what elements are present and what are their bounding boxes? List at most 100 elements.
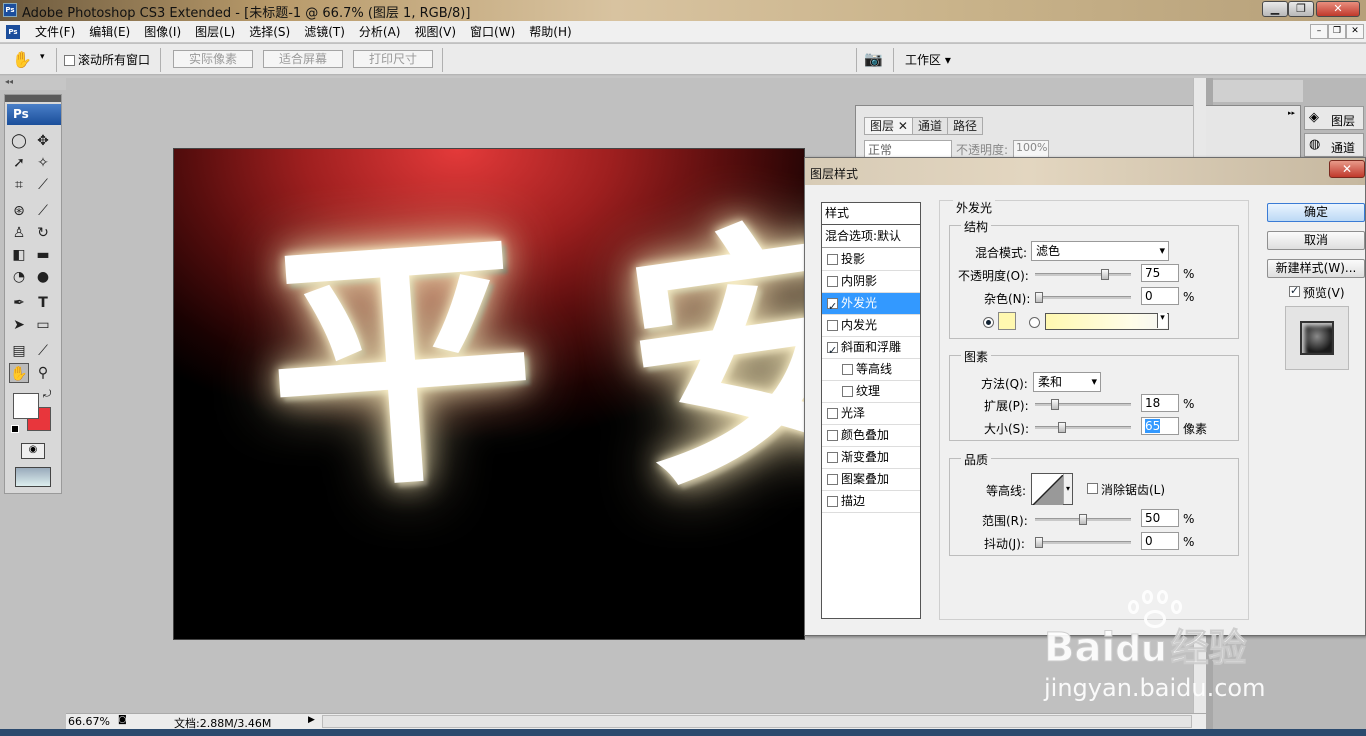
- size-slider-knob[interactable]: [1057, 422, 1066, 433]
- brush-tool-icon[interactable]: ⟋: [33, 201, 53, 221]
- style-item[interactable]: 光泽: [822, 403, 920, 425]
- style-item-checkbox[interactable]: [827, 496, 838, 507]
- zoom-level[interactable]: 66.67%: [68, 715, 110, 728]
- bridge-icon[interactable]: 📷: [864, 50, 883, 68]
- menu-item[interactable]: 编辑(E): [82, 24, 137, 40]
- foreground-color-swatch-front[interactable]: [13, 393, 39, 419]
- style-item[interactable]: 外发光: [822, 293, 920, 317]
- marquee-tool-icon[interactable]: ◯: [9, 131, 29, 151]
- blend-options-item[interactable]: 混合选项:默认: [822, 226, 920, 248]
- minimize-icon[interactable]: ▁: [1262, 1, 1288, 17]
- quick-mask-icon[interactable]: ◉: [21, 443, 45, 459]
- history-brush-tool-icon[interactable]: ↻: [33, 223, 53, 243]
- clone-stamp-tool-icon[interactable]: ♙: [9, 223, 29, 243]
- antialias-checkbox[interactable]: [1087, 483, 1098, 494]
- dock-channels-button[interactable]: ◍ 通道: [1304, 133, 1364, 157]
- hand-tool-icon[interactable]: ✋: [9, 363, 29, 383]
- menu-item[interactable]: 文件(F): [28, 24, 82, 40]
- scroll-all-checkbox[interactable]: [64, 55, 75, 66]
- print-size-button[interactable]: 打印尺寸: [353, 50, 433, 68]
- panel-collapse-icon[interactable]: ▸▸: [1288, 109, 1295, 117]
- style-item[interactable]: 颜色叠加: [822, 425, 920, 447]
- horizontal-scrollbar[interactable]: [322, 715, 1192, 728]
- blend-mode-select[interactable]: 滤色: [1031, 241, 1169, 261]
- opacity-input[interactable]: 75: [1141, 264, 1179, 282]
- maximize-icon[interactable]: ❐: [1288, 1, 1314, 17]
- notes-tool-icon[interactable]: ▤: [9, 341, 29, 361]
- style-item[interactable]: 渐变叠加: [822, 447, 920, 469]
- doc-restore-icon[interactable]: ❐: [1328, 24, 1346, 39]
- noise-input[interactable]: 0: [1141, 287, 1179, 305]
- close-icon[interactable]: ✕: [1316, 1, 1360, 17]
- new-style-button[interactable]: 新建样式(W)...: [1267, 259, 1365, 278]
- range-slider[interactable]: [1035, 514, 1131, 525]
- fit-screen-button[interactable]: 适合屏幕: [263, 50, 343, 68]
- glow-gradient-picker[interactable]: ▾: [1045, 313, 1169, 330]
- style-item[interactable]: 投影: [822, 249, 920, 271]
- menu-item[interactable]: 图像(I): [137, 24, 188, 40]
- type-tool-icon[interactable]: T: [33, 293, 53, 313]
- menu-item[interactable]: 窗口(W): [463, 24, 522, 40]
- style-item-checkbox[interactable]: [827, 430, 838, 441]
- layer-blend-select[interactable]: 正常: [864, 140, 952, 158]
- swap-colors-icon[interactable]: ⤾: [43, 389, 51, 400]
- style-item-checkbox[interactable]: [827, 276, 838, 287]
- contour-picker[interactable]: ▾: [1031, 473, 1073, 505]
- style-item-checkbox[interactable]: [827, 408, 838, 419]
- screen-mode-icon[interactable]: [15, 467, 51, 487]
- preview-checkbox[interactable]: [1289, 284, 1300, 297]
- blur-tool-icon[interactable]: ◔: [9, 267, 29, 287]
- range-slider-knob[interactable]: [1079, 514, 1087, 525]
- style-item-checkbox[interactable]: [827, 452, 838, 463]
- doc-close-icon[interactable]: ✕: [1346, 24, 1364, 39]
- glow-color-swatch[interactable]: [998, 312, 1016, 330]
- crop-tool-icon[interactable]: ⌗: [9, 175, 29, 195]
- style-item[interactable]: 内发光: [822, 315, 920, 337]
- tool-preset-dropdown-icon[interactable]: ▾: [40, 52, 45, 62]
- jitter-input[interactable]: 0: [1141, 532, 1179, 550]
- path-selection-tool-icon[interactable]: ➤: [9, 315, 29, 335]
- pen-tool-icon[interactable]: ✒: [9, 293, 29, 313]
- style-item[interactable]: 描边: [822, 491, 920, 513]
- layer-opacity-input[interactable]: 100%: [1013, 140, 1049, 158]
- tab-paths[interactable]: 路径: [947, 117, 984, 135]
- style-item[interactable]: 内阴影: [822, 271, 920, 293]
- magic-wand-tool-icon[interactable]: ✧: [33, 153, 53, 173]
- cancel-button[interactable]: 取消: [1267, 231, 1365, 250]
- solid-color-radio[interactable]: [983, 317, 994, 328]
- ok-button[interactable]: 确定: [1267, 203, 1365, 222]
- style-item-checkbox[interactable]: [827, 474, 838, 485]
- styles-header[interactable]: 样式: [822, 203, 920, 225]
- status-icon[interactable]: ◙: [118, 715, 127, 725]
- tab-channels[interactable]: 通道: [912, 117, 949, 135]
- style-item-checkbox[interactable]: [827, 340, 838, 361]
- dodge-tool-icon[interactable]: ●: [33, 267, 53, 287]
- menu-item[interactable]: 视图(V): [407, 24, 463, 40]
- size-slider[interactable]: [1035, 422, 1131, 433]
- eraser-tool-icon[interactable]: ◧: [9, 245, 29, 265]
- size-input[interactable]: 65: [1141, 417, 1179, 435]
- zoom-tool-icon[interactable]: ⚲: [33, 363, 53, 383]
- spread-slider-knob[interactable]: [1050, 399, 1059, 410]
- eyedropper-tool-icon[interactable]: ⟋: [33, 341, 53, 361]
- menu-item[interactable]: 选择(S): [242, 24, 297, 40]
- menu-item[interactable]: 滤镜(T): [297, 24, 352, 40]
- style-item-checkbox[interactable]: [842, 386, 853, 397]
- menu-item[interactable]: 帮助(H): [522, 24, 578, 40]
- range-input[interactable]: 50: [1141, 509, 1179, 527]
- menu-item[interactable]: 图层(L): [188, 24, 242, 40]
- collapse-icon[interactable]: ◂◂: [5, 77, 13, 86]
- shape-tool-icon[interactable]: ▭: [33, 315, 53, 335]
- slice-tool-icon[interactable]: ⟋: [33, 175, 53, 195]
- doc-minimize-icon[interactable]: –: [1310, 24, 1328, 39]
- noise-slider-knob[interactable]: [1035, 292, 1043, 303]
- gradient-tool-icon[interactable]: ▬: [33, 245, 53, 265]
- menu-item[interactable]: 分析(A): [352, 24, 408, 40]
- hand-tool-icon[interactable]: ✋: [12, 50, 32, 69]
- gradient-radio[interactable]: [1029, 317, 1040, 328]
- dock-layers-button[interactable]: ◈ 图层: [1304, 106, 1364, 130]
- healing-brush-tool-icon[interactable]: ⊛: [9, 201, 29, 221]
- opacity-slider[interactable]: [1035, 269, 1131, 280]
- jitter-slider[interactable]: [1035, 537, 1131, 548]
- style-item[interactable]: 等高线: [822, 359, 920, 381]
